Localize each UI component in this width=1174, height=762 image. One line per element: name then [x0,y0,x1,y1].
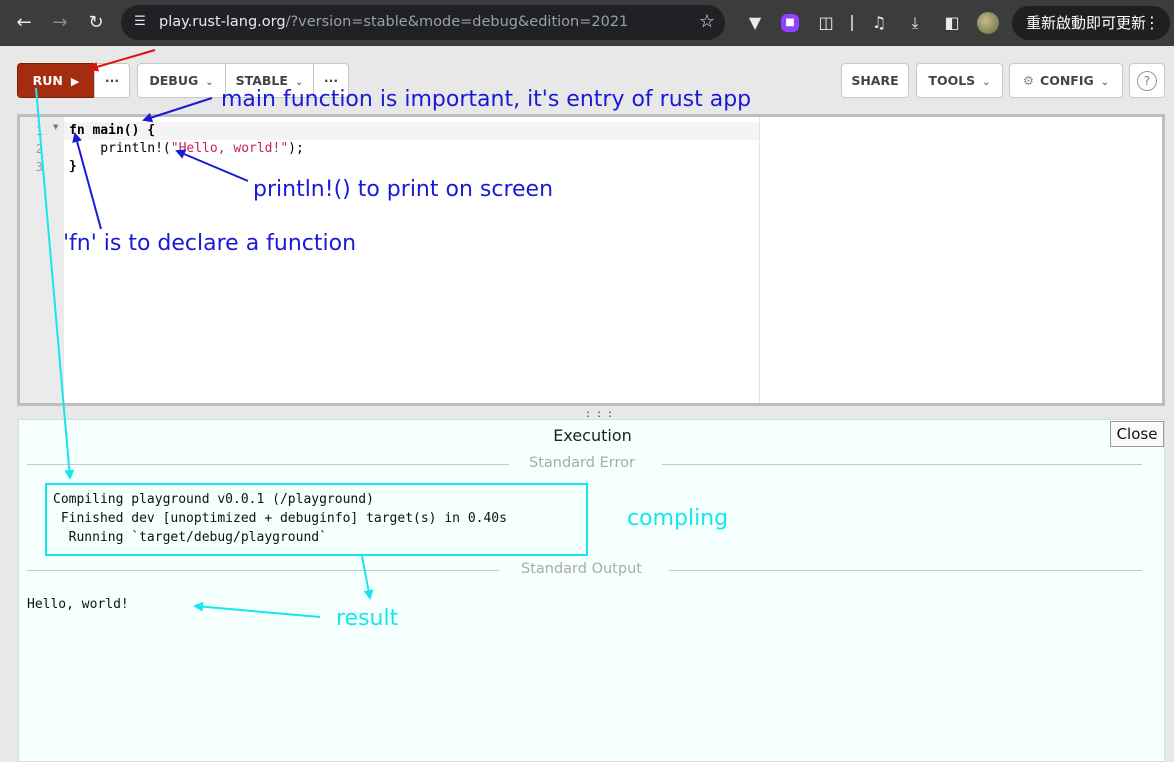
code-line-1: fn main() { [69,123,156,138]
site-settings-icon[interactable]: ☰ [131,13,149,31]
menu-dots-icon[interactable]: ⋮ [1144,6,1160,40]
tools-label: TOOLS [928,73,976,88]
editor-gutter: 1 ▼ 2 3 [20,117,64,403]
code-line-3: } [69,159,77,174]
tools-dropdown[interactable]: TOOLS ⌄ [916,63,1003,98]
config-dropdown[interactable]: ⚙ CONFIG ⌄ [1009,63,1123,98]
media-icon[interactable]: ♫ [867,11,891,35]
output-panel: Execution Close Standard Error Compiling… [18,419,1165,762]
url-host: play.rust-lang.org [159,14,286,30]
section-divider [669,570,1142,571]
annotation-main: main function is important, it's entry o… [221,87,752,112]
stdout-text: Hello, world! [27,597,129,612]
run-button[interactable]: RUN ▶ [17,63,95,98]
browser-toolbar: ← → ↻ ☰ play.rust-lang.org/?version=stab… [0,0,1174,46]
url-text[interactable]: play.rust-lang.org/?version=stable&mode=… [159,13,628,32]
side-panel-icon[interactable]: ◧ [940,11,964,35]
mode-dropdown[interactable]: DEBUG ⌄ [137,63,226,98]
stdout-heading: Standard Output [521,561,642,577]
toolbar-separator [851,15,853,31]
line-number: 3 [35,160,43,174]
share-label: SHARE [851,73,899,88]
help-icon: ? [1137,71,1157,91]
help-button[interactable]: ? [1129,63,1165,98]
playground-page: RUN ▶ ··· DEBUG ⌄ STABLE ⌄ ··· SHARE TOOLS ⌄… [0,46,1174,762]
code-editor[interactable]: 1 ▼ 2 3 fn main() { println!("Hello, wor… [17,114,1165,406]
avatar[interactable] [977,12,999,34]
download-icon[interactable]: ⤓ [903,11,927,35]
more-dots-icon: ··· [104,73,120,88]
compiling-highlight-box [45,483,588,556]
annotation-compiling: compling [627,506,729,531]
stderr-heading: Standard Error [529,455,635,471]
gear-icon: ⚙ [1022,73,1035,88]
print-margin [759,117,760,403]
run-button-label: RUN [32,73,63,88]
mode-label: DEBUG [149,73,199,88]
url-path: /?version=stable&mode=debug&edition=2021 [285,14,629,30]
puzzle-icon[interactable]: ◫ [814,11,838,35]
annotation-fn: 'fn' is to declare a function [63,231,357,256]
fold-arrow-icon[interactable]: ▼ [53,123,58,131]
annotation-result: result [336,606,399,631]
channel-label: STABLE [235,73,288,88]
chevron-down-icon: ⌄ [205,77,214,88]
line-number: 1 [35,124,43,138]
output-title: Execution [553,426,632,445]
annotation-println: println!() to print on screen [253,177,554,202]
extension-v-icon[interactable]: ▼ [743,11,767,35]
run-more-button[interactable]: ··· [94,63,130,98]
line-number: 2 [35,142,43,156]
chevron-down-icon: ⌄ [982,77,991,88]
update-button[interactable]: 重新啟動即可更新 ⋮ [1012,6,1170,40]
close-button[interactable]: Close [1110,421,1164,447]
code-line-2: println!("Hello, world!"); [69,141,304,156]
section-divider [662,464,1142,465]
reload-icon[interactable]: ↻ [81,8,111,38]
chevron-down-icon: ⌄ [1100,77,1110,88]
section-divider [27,464,509,465]
play-icon: ▶ [70,75,80,88]
code-text[interactable]: fn main() { println!("Hello, world!");} [69,122,304,176]
extension-purple-icon[interactable]: ■ [781,14,799,32]
back-arrow-icon[interactable]: ← [9,8,39,38]
update-button-label: 重新啟動即可更新 [1026,14,1147,32]
address-bar[interactable]: ☰ play.rust-lang.org/?version=stable&mod… [121,5,725,40]
more-dots-icon: ··· [323,73,339,88]
share-button[interactable]: SHARE [841,63,909,98]
section-divider [27,570,499,571]
config-label: CONFIG [1040,73,1094,88]
bookmark-star-icon[interactable]: ☆ [699,11,715,33]
forward-arrow-icon[interactable]: → [45,8,75,38]
